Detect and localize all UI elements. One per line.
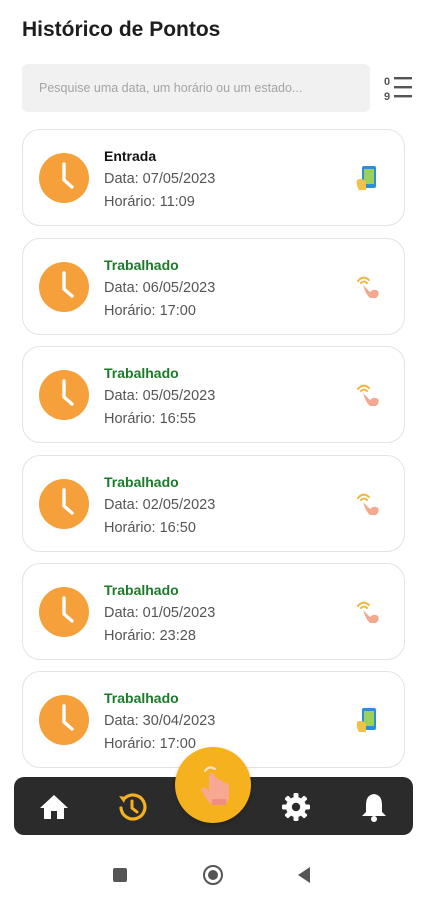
record-time: Horário: 17:00 [104, 303, 196, 319]
record-card[interactable]: Trabalhado Data: 01/05/2023 Horário: 23:… [22, 563, 405, 660]
phone-checkin-icon [356, 166, 376, 190]
tap-hand-icon [357, 276, 379, 298]
record-status: Trabalhado [104, 690, 179, 706]
tap-hand-icon [201, 766, 229, 805]
record-date: Data: 06/05/2023 [104, 280, 216, 296]
clock-icon [39, 695, 89, 745]
bell-icon[interactable] [358, 791, 390, 823]
record-date: Data: 02/05/2023 [104, 497, 216, 513]
clock-icon [39, 479, 89, 529]
phone-checkin-icon [356, 708, 376, 732]
history-icon[interactable] [116, 791, 148, 823]
back-triangle-icon[interactable] [294, 864, 316, 886]
record-card[interactable]: Trabalhado Data: 06/05/2023 Horário: 17:… [22, 238, 405, 335]
record-status: Trabalhado [104, 365, 179, 381]
clock-icon [39, 153, 89, 203]
tap-hand-icon [357, 601, 379, 623]
clock-in-fab[interactable] [175, 747, 251, 823]
record-time: Horário: 16:50 [104, 520, 196, 536]
home-circle-icon[interactable] [202, 864, 224, 886]
system-nav-bar [0, 850, 425, 900]
record-time: Horário: 23:28 [104, 628, 196, 644]
record-date: Data: 01/05/2023 [104, 605, 216, 621]
record-status: Trabalhado [104, 257, 179, 273]
record-card[interactable]: Trabalhado Data: 02/05/2023 Horário: 16:… [22, 455, 405, 552]
home-icon[interactable] [38, 791, 70, 823]
record-card[interactable]: Trabalhado Data: 05/05/2023 Horário: 16:… [22, 346, 405, 443]
clock-icon [39, 262, 89, 312]
record-status: Trabalhado [104, 582, 179, 598]
tap-hand-icon [357, 384, 379, 406]
record-time: Horário: 11:09 [104, 194, 195, 210]
record-card[interactable]: Entrada Data: 07/05/2023 Horário: 11:09 [22, 129, 405, 226]
record-status: Entrada [104, 148, 157, 164]
clock-icon [39, 587, 89, 637]
record-date: Data: 30/04/2023 [104, 713, 216, 729]
settings-icon[interactable] [280, 791, 312, 823]
record-time: Horário: 16:55 [104, 411, 196, 427]
record-date: Data: 07/05/2023 [104, 171, 216, 187]
recents-square-icon[interactable] [109, 864, 131, 886]
record-status: Trabalhado [104, 474, 179, 490]
record-date: Data: 05/05/2023 [104, 388, 216, 404]
clock-icon [39, 370, 89, 420]
tap-hand-icon [357, 493, 379, 515]
